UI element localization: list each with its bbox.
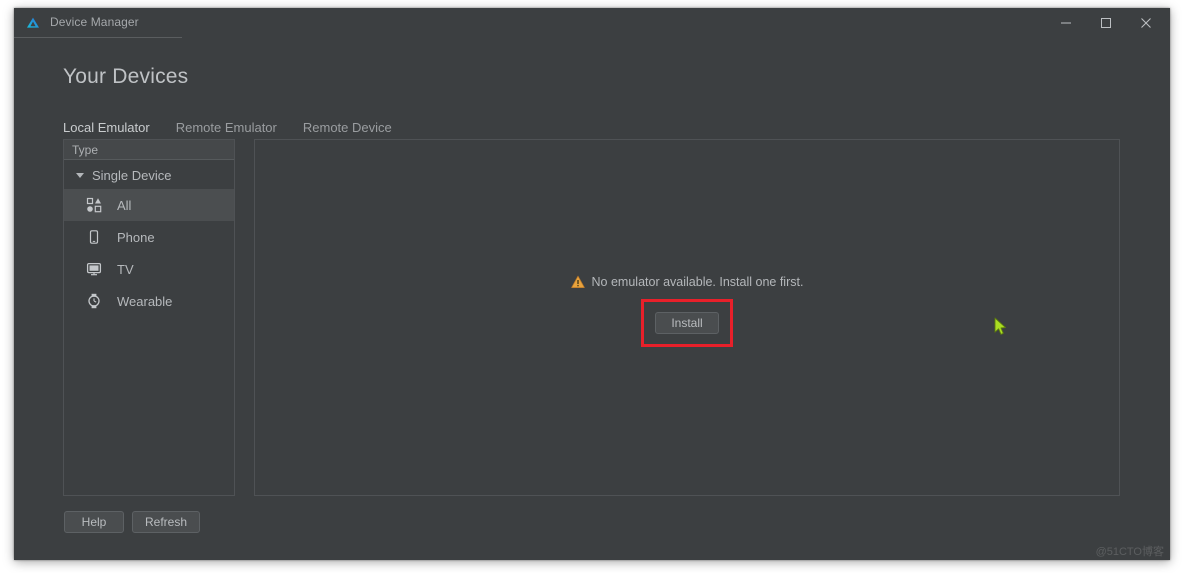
tv-icon [85,260,103,278]
deveco-triangle-logo-icon [25,15,41,31]
sidebar-item-label: TV [117,261,134,277]
sidebar-item-all[interactable]: All [64,189,234,221]
sidebar-column-header-label: Type [72,143,99,157]
sidebar-item-wearable[interactable]: Wearable [64,285,234,317]
watch-icon [85,292,103,310]
sidebar-column-header: Type [64,140,234,160]
device-list-panel: No emulator available. Install one first… [254,139,1120,496]
sidebar-item-label: All [117,197,132,213]
footer-button-bar: Help Refresh [64,511,201,533]
install-button[interactable]: Install [655,312,719,334]
empty-state: No emulator available. Install one first… [255,275,1119,347]
watermark: @51CTO博客 [1095,546,1164,558]
phone-icon [85,228,103,246]
sidebar-item-phone[interactable]: Phone [64,221,234,253]
warning-triangle-icon [570,275,585,289]
refresh-button[interactable]: Refresh [132,511,201,533]
empty-state-message-row: No emulator available. Install one first… [570,275,804,289]
mouse-cursor [994,317,1008,337]
tree-group-single-device[interactable]: Single Device [64,161,234,189]
close-button[interactable] [1126,8,1166,37]
sidebar-item-label: Phone [117,229,155,245]
shapes-grid-icon [85,196,103,214]
empty-state-message: No emulator available. Install one first… [591,275,804,289]
title-bar: Device Manager [14,8,1170,38]
sidebar-item-label: Wearable [117,293,173,309]
install-button-highlight-group: Install [641,299,733,347]
device-type-tree: Single Device All Phone TV Wearable [64,161,234,317]
page-title: Your Devices [63,65,189,88]
minimize-button[interactable] [1046,8,1086,37]
maximize-button[interactable] [1086,8,1126,37]
window-title-tab[interactable]: Device Manager [14,8,182,38]
device-type-sidebar: Type Single Device All Phone TV Wearable [63,139,235,496]
tree-group-label: Single Device [92,167,172,183]
sidebar-item-tv[interactable]: TV [64,253,234,285]
device-manager-window: Device Manager Your Devices Local Emulat… [14,8,1170,560]
help-button[interactable]: Help [64,511,124,533]
chevron-down-icon[interactable] [76,172,84,178]
window-title: Device Manager [50,15,139,29]
